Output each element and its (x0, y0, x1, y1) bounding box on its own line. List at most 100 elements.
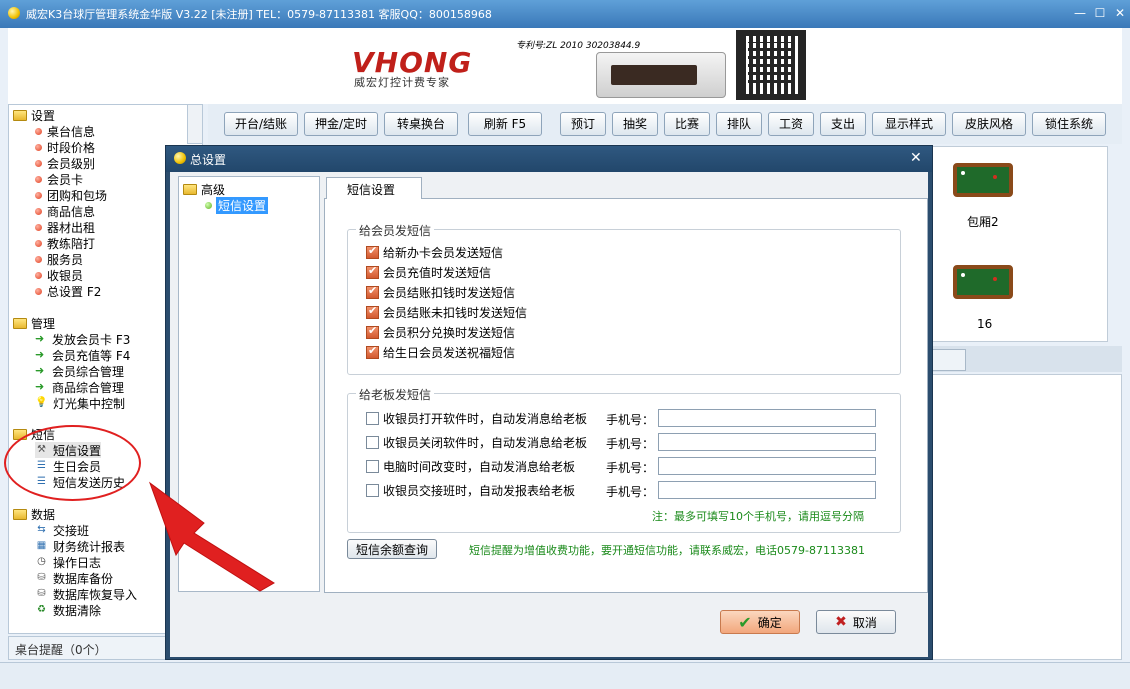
sidebar-item[interactable]: 时段价格 (35, 139, 95, 155)
sidebar-item[interactable]: 桌台信息 (35, 123, 95, 139)
sidebar-item[interactable]: 收银员 (35, 267, 83, 283)
checkbox-row[interactable]: 收银员关闭软件时，自动发消息给老板 (366, 434, 587, 450)
toolbar-button-reserve[interactable]: 预订 (560, 112, 606, 136)
bullet-icon (35, 127, 42, 135)
table-tile[interactable]: 包厢2 (949, 163, 1019, 243)
checkbox-row[interactable]: 电脑时间改变时，自动发消息给老板 (366, 458, 575, 474)
group-legend: 给老板发短信 (356, 386, 435, 403)
sidebar-item[interactable]: ⇆ 交接班 (35, 522, 89, 538)
sms-balance-button[interactable]: 短信余额查询 (347, 539, 437, 559)
toolbar-button-deposit[interactable]: 押金/定时 (304, 112, 378, 136)
clock-icon: ◷ (37, 556, 46, 567)
sidebar-group-data[interactable]: 数据 (13, 506, 55, 522)
toolbar-button-transfer-table[interactable]: 转桌换台 (384, 112, 458, 136)
database-icon: ⛁ (37, 588, 46, 599)
database-icon: ⛁ (37, 572, 46, 583)
sidebar-item[interactable]: ➜ 发放会员卡 F3 (35, 331, 130, 347)
ok-button[interactable]: ✔ 确定 (720, 610, 800, 634)
toolbar-button-skin[interactable]: 皮肤风格 (952, 112, 1026, 136)
checkbox-row[interactable]: 会员结账未扣钱时发送短信 (366, 304, 527, 320)
group-legend: 给会员发短信 (356, 222, 435, 239)
sidebar-item[interactable]: 教练陪打 (35, 235, 95, 251)
sidebar-item[interactable]: ⛁ 数据库备份 (35, 570, 113, 586)
checkbox[interactable] (366, 264, 379, 279)
table-icon: ▦ (36, 540, 47, 551)
folder-icon (13, 317, 27, 329)
toolbar-button-lottery[interactable]: 抽奖 (612, 112, 658, 136)
cancel-button[interactable]: ✖ 取消 (816, 610, 896, 634)
toolbar-button-queue[interactable]: 排队 (716, 112, 762, 136)
arrow-icon: ➜ (35, 348, 45, 361)
toolbar-button-expense[interactable]: 支出 (820, 112, 866, 136)
maximize-button[interactable]: ☐ (1092, 5, 1108, 21)
close-button[interactable]: ✕ (1112, 5, 1128, 21)
sidebar-item[interactable]: 商品信息 (35, 203, 95, 219)
sidebar-item[interactable]: 服务员 (35, 251, 83, 267)
checkbox-row[interactable]: 会员结账扣钱时发送短信 (366, 284, 515, 300)
tree-node-advanced[interactable]: 高级 (183, 181, 225, 198)
phone-input[interactable] (658, 409, 876, 427)
sidebar-group-manage[interactable]: 管理 (13, 315, 55, 331)
checkbox-row[interactable]: 给生日会员发送祝福短信 (366, 344, 515, 360)
sidebar-item[interactable]: 团购和包场 (35, 187, 107, 203)
qr-code-image (736, 30, 806, 100)
arrow-icon: ➜ (35, 364, 45, 377)
annotation-circle (4, 425, 141, 501)
sidebar-item[interactable]: 会员级别 (35, 155, 95, 171)
sidebar-item[interactable]: ◷ 操作日志 (35, 554, 101, 570)
checkbox-row[interactable]: 会员积分兑换时发送短信 (366, 324, 515, 340)
sidebar-scrollbar[interactable] (187, 104, 203, 144)
sidebar-item[interactable]: 总设置 F2 (35, 283, 101, 299)
sidebar-item[interactable]: ♻ 数据清除 (35, 602, 101, 618)
tab-sms-settings[interactable]: 短信设置 (326, 177, 422, 199)
checkbox[interactable] (366, 435, 379, 449)
bullet-icon (205, 202, 212, 209)
checkbox[interactable] (366, 411, 379, 425)
boss-sms-group: 给老板发短信 收银员打开软件时，自动发消息给老板 手机号： 收银员关闭软件时，自… (347, 386, 901, 533)
toolbar-button-refresh[interactable]: 刷新 F5 (468, 112, 542, 136)
minimize-button[interactable]: — (1072, 5, 1088, 21)
checkbox-row[interactable]: 会员充值时发送短信 (366, 264, 491, 280)
checkbox-row[interactable]: 给新办卡会员发送短信 (366, 244, 503, 260)
phone-input[interactable] (658, 481, 876, 499)
table-label: 16 (977, 317, 993, 331)
phone-input[interactable] (658, 433, 876, 451)
sms-settings-panel: 给会员发短信 给新办卡会员发送短信 会员充值时发送短信 会员结账扣钱时发送短信 … (324, 198, 928, 593)
checkbox[interactable] (366, 324, 379, 339)
phone-input[interactable] (658, 457, 876, 475)
toolbar-button-salary[interactable]: 工资 (768, 112, 814, 136)
toolbar-button-lock[interactable]: 锁住系统 (1032, 112, 1106, 136)
dialog-close-button[interactable]: ✕ (910, 150, 922, 166)
sidebar-item[interactable]: 器材出租 (35, 219, 95, 235)
sidebar-item[interactable]: ▦ 财务统计报表 (35, 538, 125, 554)
sidebar-item[interactable]: ➜ 会员充值等 F4 (35, 347, 130, 363)
toolbar-button-display-style[interactable]: 显示样式 (872, 112, 946, 136)
sms-notice: 短信提醒为增值收费功能，要开通短信功能，请联系威宏，电话0579-8711338… (469, 544, 865, 557)
bullet-icon (35, 191, 42, 199)
checkbox-row[interactable]: 收银员交接班时，自动发报表给老板 (366, 482, 575, 498)
checkbox[interactable] (366, 483, 379, 497)
pool-table-icon (953, 265, 1013, 299)
patent-number: 专利号:ZL 2010 30203844.9 (516, 41, 641, 51)
checkbox[interactable] (366, 304, 379, 319)
checkbox[interactable] (366, 344, 379, 359)
checkbox[interactable] (366, 244, 379, 259)
checkbox[interactable] (366, 459, 379, 473)
sidebar-item[interactable]: 会员卡 (35, 171, 83, 187)
checkbox[interactable] (366, 284, 379, 299)
sidebar-item[interactable]: ⛁ 数据库恢复导入 (35, 586, 137, 602)
tree-node-sms-settings[interactable]: 短信设置 (205, 197, 269, 214)
phone-label: 手机号： (606, 413, 655, 427)
window-title: 威宏K3台球厅管理系统金华版 V3.22 [未注册] TEL：0579-8711… (26, 8, 492, 21)
checkbox-row[interactable]: 收银员打开软件时，自动发消息给老板 (366, 410, 587, 426)
sidebar-item[interactable]: ➜ 会员综合管理 (35, 363, 124, 379)
sidebar-item[interactable]: 💡 灯光集中控制 (35, 395, 125, 411)
sidebar-item[interactable]: ➜ 商品综合管理 (35, 379, 124, 395)
folder-icon (13, 109, 27, 121)
arrow-icon: ➜ (35, 332, 45, 345)
table-tile[interactable]: 16 (949, 265, 1019, 335)
toolbar-button-checkout[interactable]: 开台/结账 (224, 112, 298, 136)
phone-label: 手机号： (606, 461, 655, 475)
sidebar-group-settings[interactable]: 设置 (13, 107, 55, 123)
toolbar-button-match[interactable]: 比赛 (664, 112, 710, 136)
